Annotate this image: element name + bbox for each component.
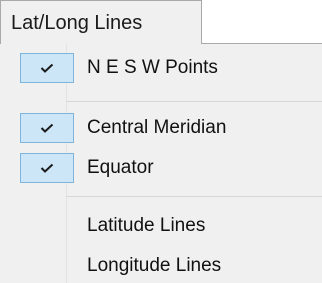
menu-item-label: N E S W Points — [87, 57, 218, 78]
menu-item-label: Central Meridian — [87, 117, 227, 138]
menu-item-label: Equator — [87, 157, 154, 178]
menu-item-label: Latitude Lines — [87, 215, 206, 236]
menu-separator — [66, 196, 322, 197]
menu-window: Lat/Long Lines N E S W Points Central Me… — [0, 0, 322, 283]
tab-lat-long-lines[interactable]: Lat/Long Lines — [0, 0, 202, 44]
dropdown-menu: N E S W Points Central Meridian Equator — [0, 44, 322, 283]
checkmark-icon — [20, 53, 74, 83]
menu-separator — [66, 101, 322, 102]
menu-item-latitude-lines[interactable]: Latitude Lines — [0, 206, 322, 246]
menu-item-longitude-lines[interactable]: Longitude Lines — [0, 246, 322, 283]
checkmark-icon — [20, 153, 74, 183]
tab-label: Lat/Long Lines — [11, 12, 143, 34]
menu-item-nesw-points[interactable]: N E S W Points — [0, 48, 322, 88]
menu-item-central-meridian[interactable]: Central Meridian — [0, 108, 322, 148]
menu-item-label: Longitude Lines — [87, 255, 222, 276]
menu-item-equator[interactable]: Equator — [0, 148, 322, 188]
checkmark-icon — [20, 113, 74, 143]
